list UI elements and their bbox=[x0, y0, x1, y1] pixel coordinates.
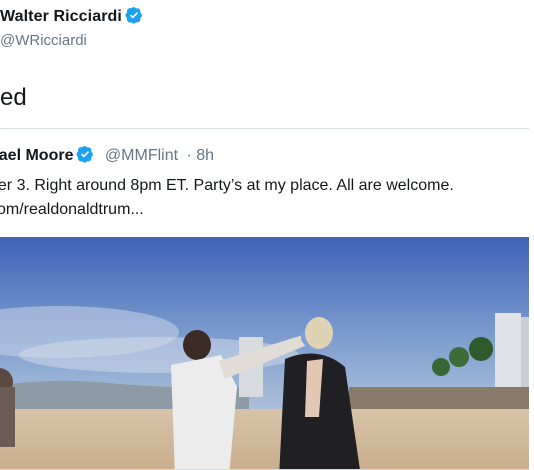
author-name[interactable]: Walter Ricciardi bbox=[0, 8, 122, 25]
video-frame bbox=[0, 237, 529, 469]
quoted-tweet-header: hael Moore @MMFlint · 8h bbox=[0, 145, 214, 168]
tweet-author[interactable]: Walter Ricciardi bbox=[0, 6, 143, 29]
quoted-author-name[interactable]: hael Moore bbox=[0, 147, 73, 164]
quoted-tweet[interactable]: hael Moore @MMFlint · 8h ber 3. Right ar… bbox=[0, 128, 529, 470]
video-media[interactable] bbox=[0, 237, 529, 469]
quoted-link[interactable]: com/realdonaldtrum... bbox=[0, 201, 144, 219]
tweet-text: ed bbox=[0, 84, 27, 111]
verified-badge-icon bbox=[76, 145, 94, 168]
quoted-text-line: ber 3. Right around 8pm ET. Party’s at m… bbox=[0, 177, 454, 194]
author-handle[interactable]: @WRicciardi bbox=[0, 32, 87, 49]
verified-badge-icon bbox=[125, 6, 143, 29]
quoted-timestamp[interactable]: · 8h bbox=[187, 147, 215, 164]
quoted-author-handle[interactable]: @MMFlint bbox=[105, 147, 178, 164]
